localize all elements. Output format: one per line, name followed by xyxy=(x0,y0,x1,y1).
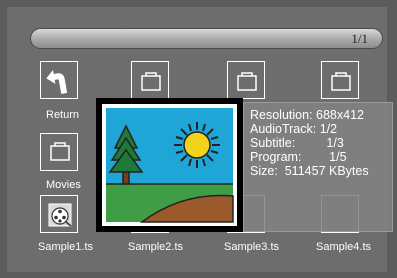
folder-icon xyxy=(141,72,161,91)
item-label: Sample4.ts xyxy=(316,241,372,253)
item-sample1[interactable]: Sample1.ts xyxy=(38,195,100,255)
folder-tile[interactable] xyxy=(227,61,265,99)
sample1-tile[interactable] xyxy=(40,195,78,233)
preview-image xyxy=(102,104,237,226)
item-label: Return xyxy=(46,109,80,121)
page-bar: 1/1 xyxy=(30,28,383,49)
audio-track-text: AudioTrack: 1/2 xyxy=(250,122,338,136)
item-label: Movies xyxy=(46,179,81,191)
frame-border-top xyxy=(0,0,397,7)
return-arrow-icon xyxy=(46,70,68,94)
frame-border-left xyxy=(0,0,7,278)
frame-border-bottom xyxy=(0,272,397,278)
item-movies[interactable]: Movies xyxy=(40,133,100,193)
folder-tile[interactable] xyxy=(131,61,169,99)
preview-thumbnail xyxy=(96,98,243,232)
folder-icon xyxy=(237,72,257,91)
folder-icon xyxy=(50,142,70,161)
item-folder-top-3[interactable] xyxy=(227,61,287,101)
program-text: Program: 1/5 xyxy=(250,150,347,164)
subtitle-text: Subtitle: 1/3 xyxy=(250,136,344,150)
page-indicator: 1/1 xyxy=(351,31,368,46)
size-text: Size: 511457 KBytes xyxy=(250,164,369,178)
item-return[interactable]: Return xyxy=(40,61,100,121)
resolution-text: Resolution: 688x412 xyxy=(250,108,364,122)
movies-tile[interactable] xyxy=(40,133,78,171)
item-folder-top-4[interactable] xyxy=(321,61,381,101)
return-tile[interactable] xyxy=(40,61,78,99)
file-info-panel: Resolution: 688x412 AudioTrack: 1/2 Subt… xyxy=(243,102,393,232)
landscape-thumbnail-icon xyxy=(102,104,237,226)
film-reel-icon xyxy=(48,203,72,227)
item-label: Sample3.ts xyxy=(224,241,280,253)
folder-icon xyxy=(331,72,351,91)
media-player-screen: 1/1 Return Movies Sample1.ts Sample2.ts … xyxy=(0,0,397,278)
folder-tile[interactable] xyxy=(321,61,359,99)
item-label: Sample1.ts xyxy=(38,241,94,253)
item-folder-top-2[interactable] xyxy=(131,61,191,101)
item-label: Sample2.ts xyxy=(128,241,184,253)
